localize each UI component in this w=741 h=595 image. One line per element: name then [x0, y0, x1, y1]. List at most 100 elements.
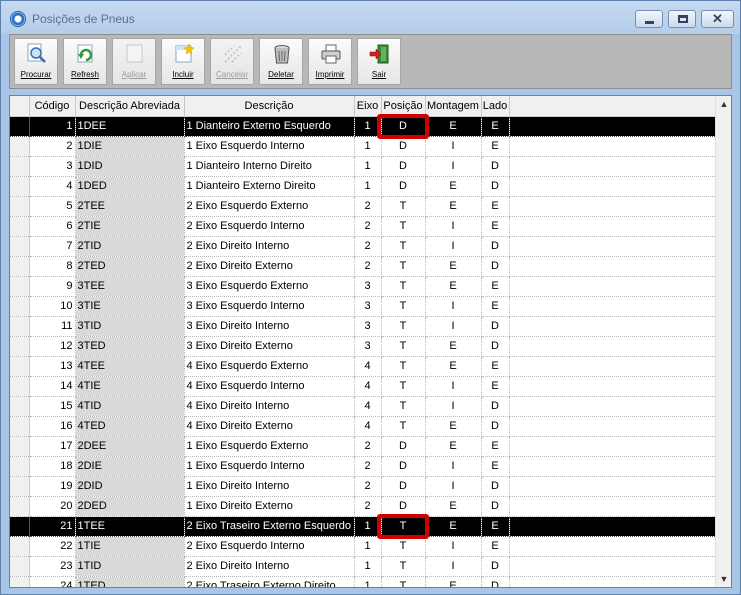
cell-descricao-abreviada[interactable]: 3TIE	[75, 296, 185, 317]
cell-codigo[interactable]: 14	[29, 376, 76, 397]
cell-lado[interactable]: D	[481, 416, 510, 437]
cell-montagem[interactable]: I	[425, 216, 482, 237]
maximize-button[interactable]	[668, 10, 696, 28]
cell-descricao-abreviada[interactable]: 1TED	[75, 576, 185, 587]
row-indicator[interactable]	[10, 516, 30, 537]
row-indicator[interactable]	[10, 416, 30, 437]
cell-eixo[interactable]: 1	[354, 556, 382, 577]
cell-eixo[interactable]: 1	[354, 116, 382, 137]
scroll-down-arrow-icon[interactable]: ▼	[716, 571, 731, 587]
cell-posicao[interactable]: T	[381, 196, 426, 217]
table-row[interactable]: 22 1TIE 2 Eixo Esquerdo Interno 1 T I E	[10, 536, 717, 557]
row-indicator[interactable]	[10, 396, 30, 417]
row-indicator[interactable]	[10, 356, 30, 377]
row-indicator[interactable]	[10, 556, 30, 577]
cell-descricao[interactable]: 4 Eixo Direito Interno	[184, 396, 355, 417]
cell-montagem[interactable]: E	[425, 576, 482, 587]
cell-lado[interactable]: E	[481, 376, 510, 397]
cell-montagem[interactable]: E	[425, 356, 482, 377]
row-indicator[interactable]	[10, 496, 30, 517]
cell-posicao[interactable]: T	[381, 536, 426, 557]
cell-posicao[interactable]: T	[381, 576, 426, 587]
cell-descricao-abreviada[interactable]: 2TED	[75, 256, 185, 277]
column-header-codigo[interactable]: Código	[29, 96, 76, 117]
cell-descricao[interactable]: 2 Eixo Traseiro Externo Direito	[184, 576, 355, 587]
cell-eixo[interactable]: 2	[354, 496, 382, 517]
cell-eixo[interactable]: 1	[354, 176, 382, 197]
cell-codigo[interactable]: 24	[29, 576, 76, 587]
cell-descricao-abreviada[interactable]: 1DEE	[75, 116, 185, 137]
cell-montagem[interactable]: I	[425, 236, 482, 257]
cell-eixo[interactable]: 2	[354, 436, 382, 457]
refresh-button[interactable]: Refresh	[63, 38, 107, 85]
row-indicator[interactable]	[10, 476, 30, 497]
cell-lado[interactable]: D	[481, 496, 510, 517]
cell-codigo[interactable]: 8	[29, 256, 76, 277]
cell-lado[interactable]: E	[481, 436, 510, 457]
row-indicator[interactable]	[10, 296, 30, 317]
cell-descricao[interactable]: 4 Eixo Esquerdo Externo	[184, 356, 355, 377]
cell-descricao-abreviada[interactable]: 4TID	[75, 396, 185, 417]
table-row[interactable]: 19 2DID 1 Eixo Direito Interno 2 D I D	[10, 476, 717, 497]
cell-montagem[interactable]: I	[425, 556, 482, 577]
cell-descricao-abreviada[interactable]: 2DEE	[75, 436, 185, 457]
table-row[interactable]: 1 1DEE 1 Dianteiro Externo Esquerdo 1 D E E	[10, 116, 717, 137]
cell-posicao[interactable]: D	[381, 456, 426, 477]
cell-lado[interactable]: E	[481, 456, 510, 477]
column-header-descricao-abreviada[interactable]: Descrição Abreviada	[75, 96, 185, 117]
cell-lado[interactable]: D	[481, 176, 510, 197]
cell-descricao-abreviada[interactable]: 3TID	[75, 316, 185, 337]
cell-posicao[interactable]: T	[381, 556, 426, 577]
cell-montagem[interactable]: E	[425, 116, 482, 137]
cell-descricao-abreviada[interactable]: 4TEE	[75, 356, 185, 377]
cell-descricao-abreviada[interactable]: 1TIE	[75, 536, 185, 557]
minimize-button[interactable]	[635, 10, 663, 28]
cell-codigo[interactable]: 22	[29, 536, 76, 557]
row-indicator[interactable]	[10, 216, 30, 237]
cell-lado[interactable]: D	[481, 576, 510, 587]
cell-posicao[interactable]: D	[381, 136, 426, 157]
cell-lado[interactable]: E	[481, 136, 510, 157]
cell-lado[interactable]: D	[481, 316, 510, 337]
table-row[interactable]: 16 4TED 4 Eixo Direito Externo 4 T E D	[10, 416, 717, 437]
cell-descricao-abreviada[interactable]: 2DID	[75, 476, 185, 497]
close-button[interactable]: ✕	[701, 10, 734, 28]
cell-descricao-abreviada[interactable]: 2DED	[75, 496, 185, 517]
table-row[interactable]: 8 2TED 2 Eixo Direito Externo 2 T E D	[10, 256, 717, 277]
cell-descricao-abreviada[interactable]: 3TEE	[75, 276, 185, 297]
cell-eixo[interactable]: 3	[354, 296, 382, 317]
cell-lado[interactable]: E	[481, 196, 510, 217]
cell-codigo[interactable]: 18	[29, 456, 76, 477]
cell-descricao-abreviada[interactable]: 4TED	[75, 416, 185, 437]
cell-lado[interactable]: D	[481, 156, 510, 177]
cell-descricao[interactable]: 1 Eixo Direito Externo	[184, 496, 355, 517]
cell-descricao-abreviada[interactable]: 4TIE	[75, 376, 185, 397]
cell-codigo[interactable]: 5	[29, 196, 76, 217]
cell-descricao[interactable]: 3 Eixo Direito Externo	[184, 336, 355, 357]
row-indicator[interactable]	[10, 116, 30, 137]
cell-lado[interactable]: D	[481, 336, 510, 357]
table-row[interactable]: 5 2TEE 2 Eixo Esquerdo Externo 2 T E E	[10, 196, 717, 217]
delete-button[interactable]: Deletar	[259, 38, 303, 85]
cell-codigo[interactable]: 6	[29, 216, 76, 237]
cell-descricao[interactable]: 3 Eixo Esquerdo Externo	[184, 276, 355, 297]
cell-posicao[interactable]: T	[381, 316, 426, 337]
cell-codigo[interactable]: 15	[29, 396, 76, 417]
cell-descricao[interactable]: 2 Eixo Esquerdo Interno	[184, 216, 355, 237]
cell-montagem[interactable]: E	[425, 176, 482, 197]
column-header-montagem[interactable]: Montagem	[425, 96, 482, 117]
cell-posicao[interactable]: T	[381, 256, 426, 277]
cell-montagem[interactable]: E	[425, 256, 482, 277]
cell-eixo[interactable]: 4	[354, 356, 382, 377]
cell-montagem[interactable]: E	[425, 416, 482, 437]
cell-descricao-abreviada[interactable]: 2DIE	[75, 456, 185, 477]
table-row[interactable]: 10 3TIE 3 Eixo Esquerdo Interno 3 T I E	[10, 296, 717, 317]
cell-lado[interactable]: D	[481, 476, 510, 497]
table-row[interactable]: 11 3TID 3 Eixo Direito Interno 3 T I D	[10, 316, 717, 337]
cell-descricao[interactable]: 1 Eixo Esquerdo Interno	[184, 456, 355, 477]
cell-montagem[interactable]: E	[425, 276, 482, 297]
cell-lado[interactable]: E	[481, 536, 510, 557]
column-header-descricao[interactable]: Descrição	[184, 96, 355, 117]
exit-button[interactable]: Sair	[357, 38, 401, 85]
cell-posicao[interactable]: T	[381, 396, 426, 417]
